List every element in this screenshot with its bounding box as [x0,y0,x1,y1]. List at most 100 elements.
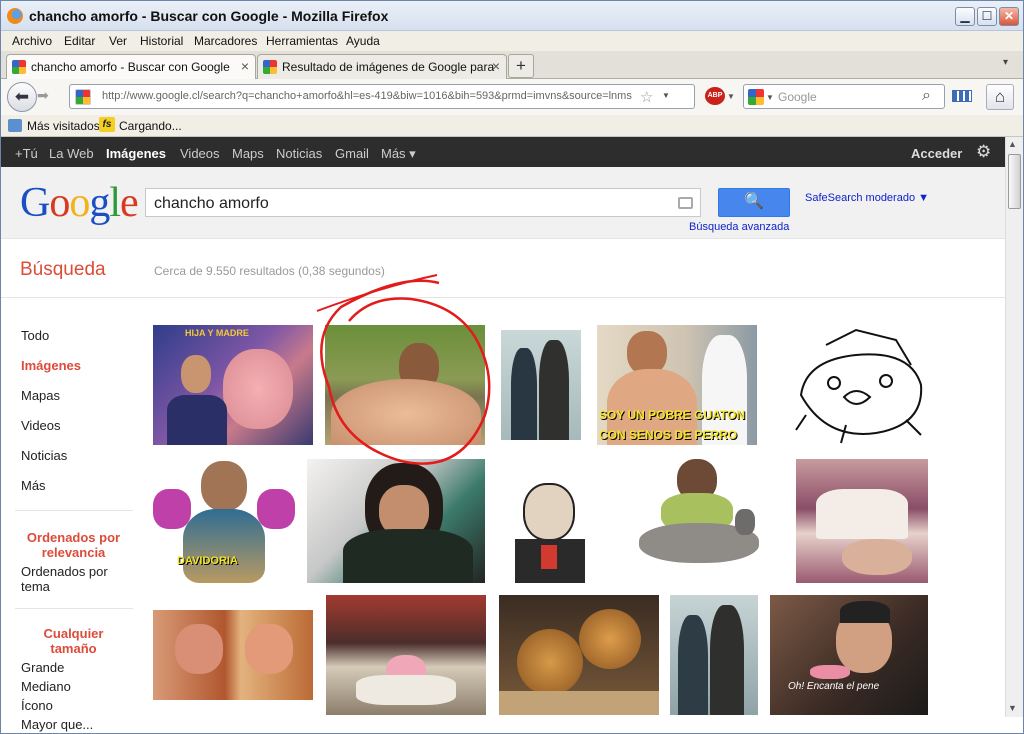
image-result-thumbnail[interactable] [621,459,779,583]
back-button[interactable]: ⬅ [7,82,37,112]
gbar-gmail[interactable]: Gmail [335,146,369,161]
menu-editar[interactable]: Editar [64,34,95,48]
url-history-dropdown-icon[interactable]: ▼ [662,91,670,100]
search-icon[interactable]: ⌕ [922,87,931,105]
advanced-search-link[interactable]: Búsqueda avanzada [689,221,789,233]
engine-dropdown-icon[interactable]: ▼ [766,93,774,102]
google-bar: +Tú La Web Imágenes Videos Maps Noticias… [1,137,1005,167]
search-placeholder[interactable]: Google [778,90,817,104]
google-page: +Tú La Web Imágenes Videos Maps Noticias… [1,137,1005,733]
title-bar: chancho amorfo - Buscar con Google - Moz… [1,1,1023,31]
gbar-la-web[interactable]: La Web [49,146,94,161]
tab-close-icon[interactable]: × [492,58,500,74]
logo-letter: G [20,180,50,226]
sidebar-item-todo[interactable]: Todo [21,328,49,343]
sort-relevance[interactable]: Ordenados por relevancia [21,530,126,560]
menu-bar: Archivo Editar Ver Historial Marcadores … [1,31,1023,51]
gbar-noticias[interactable]: Noticias [276,146,322,161]
image-result-thumbnail[interactable]: SOY UN POBRE GUATON CON SENOS DE PERRO [597,325,757,445]
tab-bar: chancho amorfo - Buscar con Google × Res… [1,51,1023,80]
menu-ayuda[interactable]: Ayuda [346,34,380,48]
minimize-button[interactable]: ▁ [955,7,975,26]
logo-letter: g [89,180,110,226]
new-tab-button[interactable]: + [508,54,534,78]
menu-herramientas[interactable]: Herramientas [266,34,338,48]
tab-list-chevron-icon[interactable]: ▾ [1003,57,1008,68]
bookmark-cargando[interactable]: Cargando... [119,119,182,133]
browser-search-box[interactable]: ▼ Google ⌕ [743,84,945,109]
window-title: chancho amorfo - Buscar con Google - Moz… [29,8,389,24]
bookmark-star-icon[interactable]: ☆ [640,88,653,106]
adblock-dropdown-icon[interactable]: ▼ [727,92,735,101]
maximize-button[interactable]: ☐ [977,7,997,26]
image-result-thumbnail[interactable]: HIJA Y MADRE [153,325,313,445]
size-mayor-que[interactable]: Mayor que... [21,717,93,732]
menu-archivo[interactable]: Archivo [12,34,52,48]
menu-ver[interactable]: Ver [109,34,127,48]
divider [15,608,133,609]
sketch-pig-drawing [795,328,923,444]
safesearch-link[interactable]: SafeSearch moderado ▼ [805,192,929,204]
gbar-imagenes[interactable]: Imágenes [106,146,166,161]
size-grande[interactable]: Grande [21,660,64,675]
image-result-thumbnail[interactable] [153,610,313,700]
sidebar-item-mapas[interactable]: Mapas [21,388,60,403]
camera-icon[interactable] [678,197,693,209]
sign-in-link[interactable]: Acceder [911,146,962,161]
image-result-thumbnail[interactable] [670,595,758,715]
gbar-plus-tu[interactable]: +Tú [15,146,38,161]
sidebar-item-noticias[interactable]: Noticias [21,448,67,463]
tab-image-result[interactable]: Resultado de imágenes de Google para × [257,54,507,79]
image-result-thumbnail[interactable]: Oh! Encanta el pene [770,595,928,715]
navigation-bar: ⬅ ➡ http://www.google.cl/search?q=chanch… [1,79,1023,115]
vertical-scrollbar[interactable]: ▲ ▼ [1005,137,1023,717]
search-query[interactable]: chancho amorfo [154,195,269,213]
gbar-mas[interactable]: Más ▾ [381,146,416,162]
adblock-plus-icon[interactable]: ABP [705,87,725,105]
gbar-videos[interactable]: Videos [180,146,220,161]
scroll-down-icon[interactable]: ▼ [1008,703,1017,713]
search-header: Google chancho amorfo 🔍 SafeSearch moder… [1,167,1005,239]
tab-google-search[interactable]: chancho amorfo - Buscar con Google × [6,54,256,80]
logo-letter: o [69,180,90,226]
bookmarks-toolbar: Más visitados fs Cargando... [1,115,1023,137]
url-text[interactable]: http://www.google.cl/search?q=chancho+am… [102,90,642,102]
google-logo[interactable]: Google [20,180,139,226]
toolbar-grid-icon[interactable] [952,90,972,102]
bookmark-mas-visitados[interactable]: Más visitados [27,119,100,133]
menu-historial[interactable]: Historial [140,34,183,48]
gbar-maps[interactable]: Maps [232,146,264,161]
sidebar-item-videos[interactable]: Videos [21,418,61,433]
close-window-button[interactable]: ✕ [999,7,1019,26]
sidebar-item-imagenes[interactable]: Imágenes [21,358,81,373]
image-result-thumbnail[interactable]: DAVIDORIA [153,459,295,583]
tab-label: Resultado de imágenes de Google para [282,60,495,74]
forward-button[interactable]: ➡ [37,87,49,104]
google-favicon-icon [12,60,26,74]
red-hand-drawn-circle [316,274,491,465]
size-filter-header[interactable]: Cualquier tamaño [21,626,126,656]
image-result-thumbnail[interactable] [499,595,659,715]
image-result-thumbnail[interactable] [786,325,926,445]
image-result-thumbnail[interactable] [497,459,603,583]
scroll-up-icon[interactable]: ▲ [1008,139,1017,149]
sort-by-topic[interactable]: Ordenados por tema [21,564,126,594]
image-result-thumbnail[interactable] [796,459,928,583]
image-result-thumbnail[interactable] [326,595,486,715]
gear-icon[interactable]: ⚙ [976,142,991,162]
menu-marcadores[interactable]: Marcadores [194,34,257,48]
scrollbar-thumb[interactable] [1008,154,1021,209]
home-button[interactable]: ⌂ [986,84,1014,110]
image-result-thumbnail[interactable] [501,330,581,440]
size-mediano[interactable]: Mediano [21,679,71,694]
section-title: Búsqueda [20,259,106,280]
search-icon: 🔍 [744,193,764,210]
size-icono[interactable]: Ícono [21,698,53,713]
search-button[interactable]: 🔍 [718,188,790,217]
sidebar-item-mas[interactable]: Más [21,478,46,493]
google-favicon-icon [75,89,91,105]
url-bar[interactable]: http://www.google.cl/search?q=chancho+am… [69,84,757,109]
google-engine-icon[interactable] [748,89,764,105]
tab-close-icon[interactable]: × [241,58,249,74]
search-input[interactable]: chancho amorfo [145,188,701,217]
